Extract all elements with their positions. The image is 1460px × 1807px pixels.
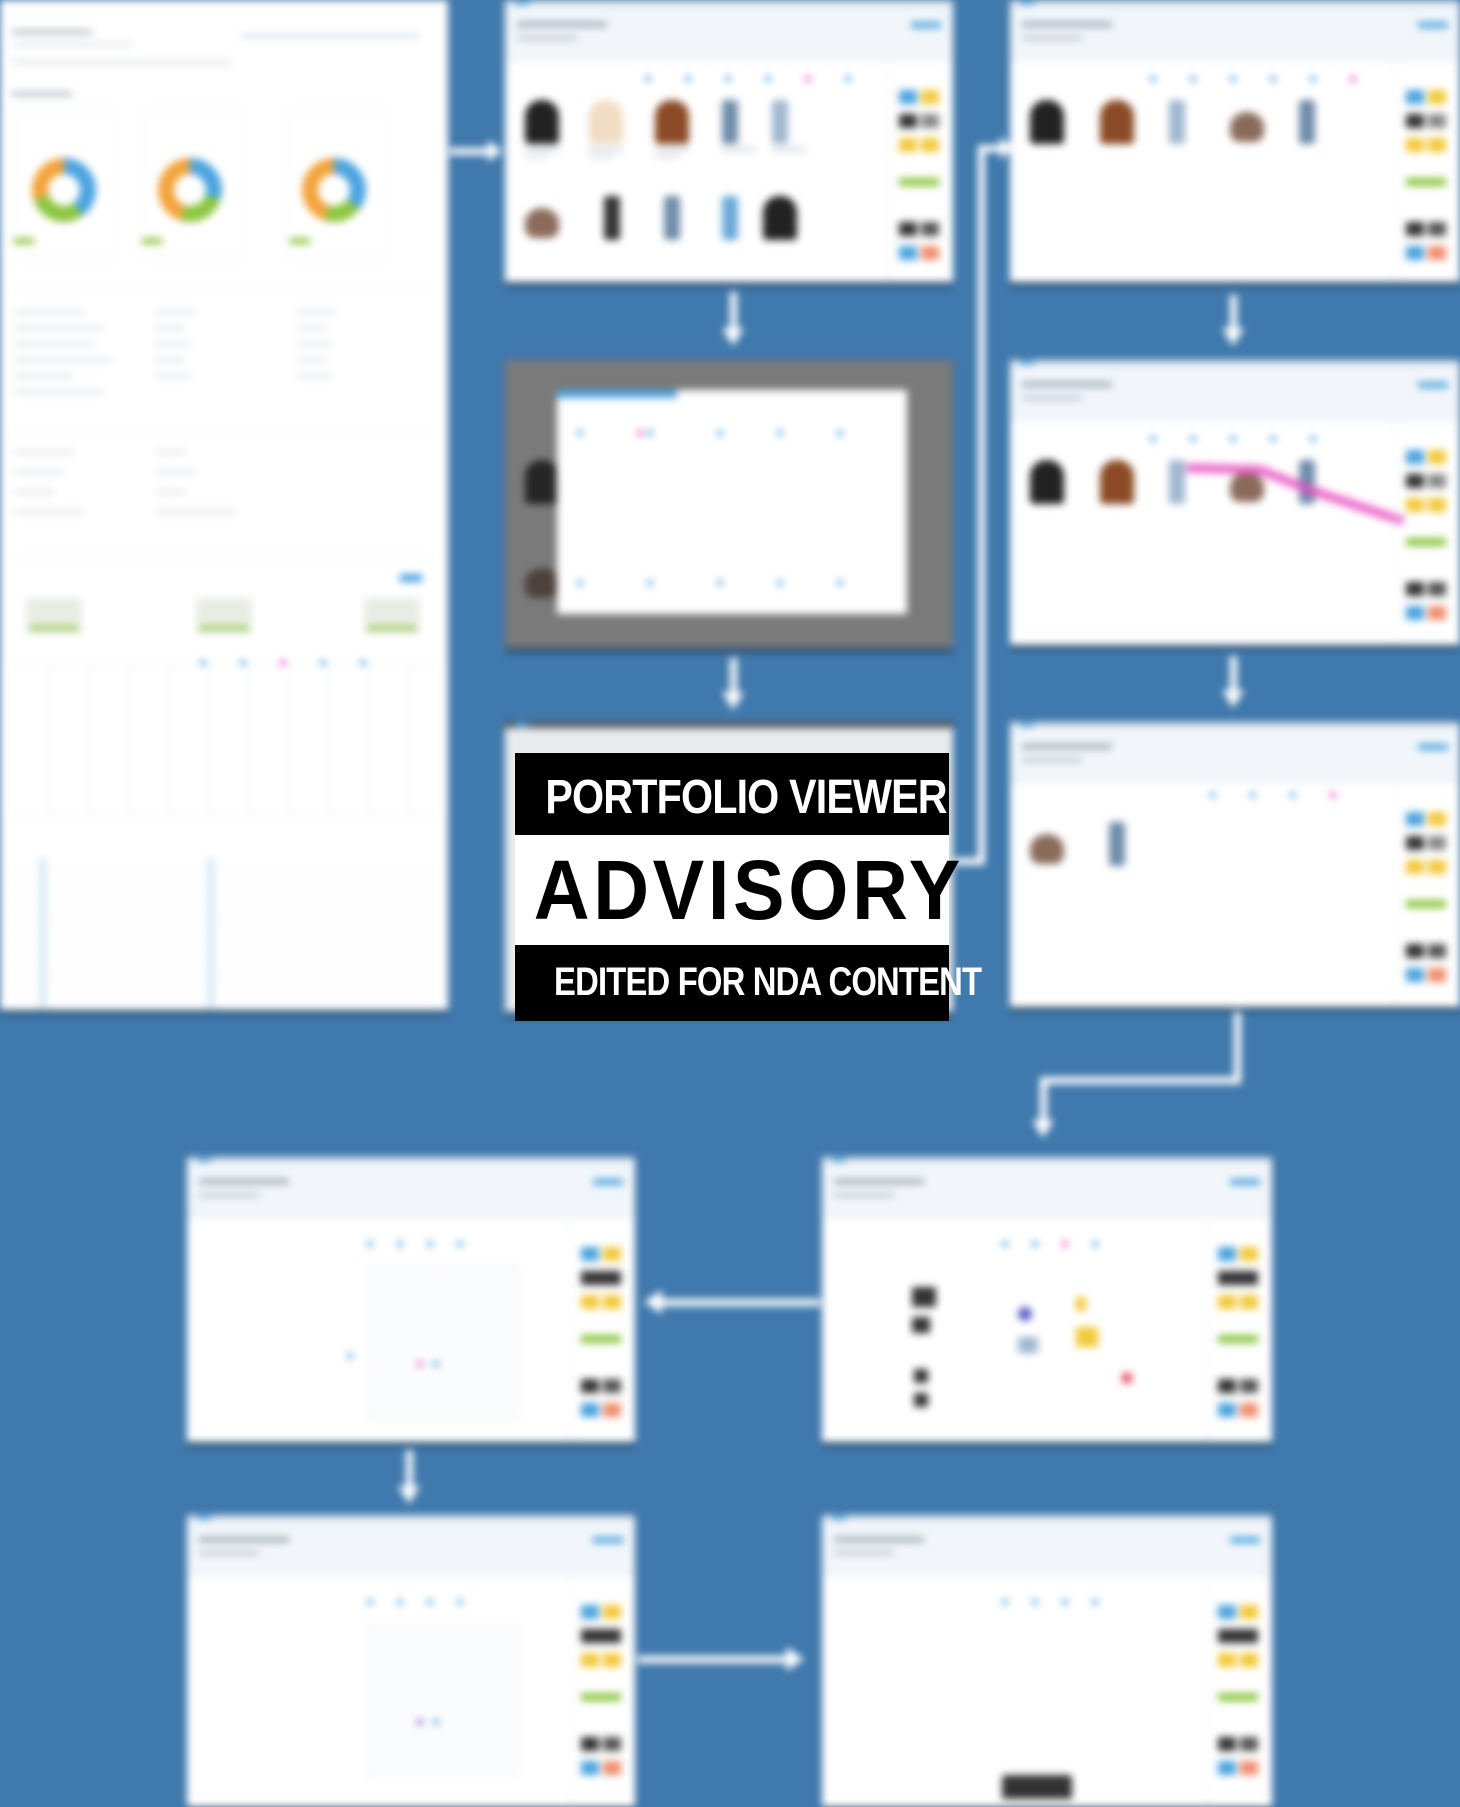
drag-path: [1185, 463, 1405, 525]
donut-chart: [158, 158, 222, 222]
advisory-heading: ADVISORY: [515, 835, 960, 945]
arrowhead: [644, 1290, 662, 1314]
arrowhead: [1032, 1120, 1054, 1138]
donut-chart: [302, 158, 366, 222]
screen-modal: [505, 360, 953, 648]
flow-diagram: PORTFOLIO VIEWER ADVISORY EDITED FOR NDA…: [0, 0, 1460, 1807]
connector-arrow: [730, 658, 737, 696]
connector-arrow: [978, 145, 985, 865]
screen-empty-grid: [822, 1515, 1272, 1807]
advisory-note: EDITED FOR NDA CONTENT: [554, 960, 982, 1004]
advisory-badge: PORTFOLIO VIEWER ADVISORY EDITED FOR NDA…: [515, 753, 982, 1021]
arrowhead: [1222, 328, 1244, 346]
arrowhead: [722, 692, 744, 710]
arrowhead: [488, 140, 502, 162]
arrowhead: [398, 1486, 420, 1504]
arrowhead: [786, 1647, 804, 1671]
screen-product-grid: [505, 0, 953, 282]
connector-arrow: [1040, 1077, 1241, 1084]
screen-detail-popover-selected: [187, 1515, 635, 1807]
connector-arrow: [1230, 295, 1237, 330]
modal-dialog: [557, 390, 907, 614]
connector-arrow: [638, 1656, 788, 1663]
connector-arrow: [1040, 1077, 1047, 1123]
donut-chart: [32, 158, 96, 222]
connector-arrow: [730, 292, 737, 330]
screen-scatter-grid: [822, 1157, 1272, 1442]
connector-arrow: [1230, 656, 1237, 694]
advisory-title: PORTFOLIO VIEWER: [545, 771, 947, 824]
screen-product-grid-filtered: [1010, 0, 1460, 282]
advisory-heading-text: ADVISORY: [533, 843, 964, 937]
screen-product-grid-sparse: [1010, 722, 1460, 1007]
screen-drag-gesture: [1010, 360, 1460, 645]
arrowhead: [722, 328, 744, 346]
connector-arrow: [1234, 1012, 1241, 1084]
arrowhead: [1222, 690, 1244, 708]
connector-arrow: [450, 148, 490, 155]
screen-detail-popover: [187, 1157, 635, 1442]
screen-dashboard: [0, 0, 448, 1010]
connector-arrow: [660, 1299, 820, 1306]
connector-arrow: [406, 1450, 413, 1488]
